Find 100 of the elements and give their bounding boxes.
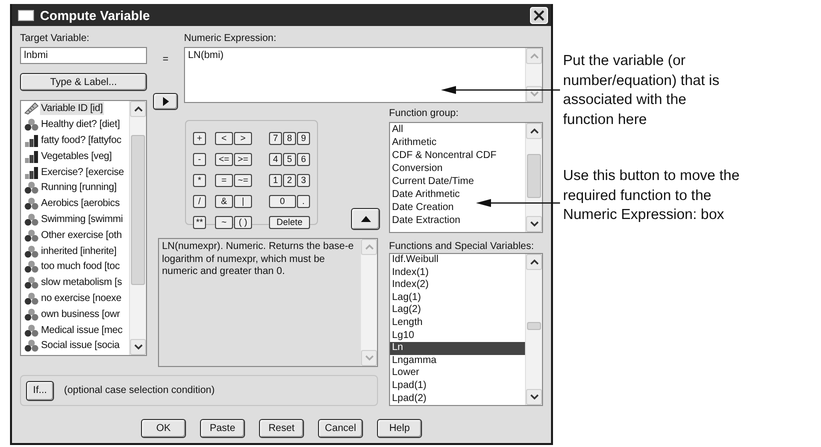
dialog-button[interactable]: OK xyxy=(141,419,186,438)
variable-item[interactable]: Vegetables [veg] xyxy=(21,148,129,164)
function-item[interactable]: Lag(2) xyxy=(390,304,525,317)
three-balls-icon xyxy=(24,228,39,242)
variable-item[interactable]: no exercise [noexe xyxy=(21,290,129,306)
keypad-key[interactable]: 7 xyxy=(269,132,282,145)
keypad-key[interactable]: >= xyxy=(234,153,252,166)
function-item[interactable]: Idf.Weibull xyxy=(390,254,525,267)
function-item[interactable]: Length xyxy=(390,316,525,330)
function-item[interactable]: Lg10 xyxy=(390,330,525,342)
variable-item[interactable]: Aerobics [aerobics xyxy=(21,196,129,212)
dialog-button[interactable]: Help xyxy=(377,419,422,438)
scrollbar[interactable] xyxy=(129,101,146,355)
chevron-up-icon xyxy=(134,106,142,112)
keypad-key[interactable]: 0 xyxy=(269,195,296,208)
dialog-button[interactable]: Cancel xyxy=(318,419,363,438)
function-group-item[interactable]: Arithmetic xyxy=(390,136,525,149)
function-item[interactable]: Lngamma xyxy=(390,354,525,368)
keypad-key[interactable]: | xyxy=(234,195,252,208)
triangle-up-icon xyxy=(360,216,370,222)
function-description: LN(numexpr). Numeric. Returns the base-e logarithm of numexpr, which must be numeric and greater than 0. xyxy=(161,240,355,279)
move-up-button[interactable] xyxy=(351,208,380,230)
keypad-key[interactable]: <= xyxy=(215,153,233,166)
type-label-button[interactable]: Type & Label... xyxy=(20,73,147,91)
function-item[interactable]: Index(2) xyxy=(390,279,525,292)
dialog-button[interactable]: Paste xyxy=(200,419,245,438)
keypad-key[interactable]: ~ xyxy=(215,216,233,229)
function-group-item[interactable]: Current Date/Time xyxy=(390,175,525,188)
keypad-key[interactable]: ( ) xyxy=(234,216,252,229)
dialog-button[interactable]: Reset xyxy=(259,419,304,438)
keypad-key[interactable]: 6 xyxy=(297,153,310,166)
triangle-right-icon xyxy=(162,97,168,106)
keypad-key[interactable]: * xyxy=(193,174,206,187)
expression-text: LN(bmi) xyxy=(187,49,225,63)
keypad-key[interactable]: > xyxy=(234,132,252,145)
function-item[interactable]: Lower xyxy=(390,367,525,380)
function-item[interactable]: Lag(1) xyxy=(390,292,525,304)
scrollbar[interactable] xyxy=(525,48,542,102)
variable-item[interactable]: Running [running] xyxy=(21,180,129,196)
move-right-button[interactable] xyxy=(153,93,178,110)
function-group-item[interactable]: CDF & Noncentral CDF xyxy=(390,149,525,162)
variable-item[interactable]: fatty food? [fattyfoc xyxy=(21,132,129,148)
variable-item[interactable]: Healthy diet? [diet] xyxy=(21,116,129,133)
functions-list[interactable]: Idf.Weibull Index(1) Index(2) Lag(1) Lag(2) Length Lg10 Ln Lngamma Lower Lpad(1) Lpad(2) xyxy=(389,253,543,406)
keypad-key[interactable]: = xyxy=(215,174,233,187)
function-item[interactable]: Ln xyxy=(390,342,525,355)
numeric-expression-label: Numeric Expression: xyxy=(184,33,278,46)
annotation-text: Put the variable (or number/equation) that is associated with the function here xyxy=(563,52,720,130)
if-button[interactable]: If... xyxy=(26,380,54,400)
scrollbar[interactable] xyxy=(360,239,377,366)
variable-item[interactable]: too much food [toc xyxy=(21,258,129,275)
close-button[interactable] xyxy=(530,6,548,24)
function-item[interactable]: Lpad(1) xyxy=(390,380,525,393)
keypad-key[interactable]: ~= xyxy=(234,174,252,187)
keypad-key[interactable]: 4 xyxy=(269,153,282,166)
variable-item[interactable]: Other exercise [oth xyxy=(21,227,129,244)
keypad-key[interactable]: 2 xyxy=(283,174,296,187)
keypad-key[interactable]: - xyxy=(193,153,206,166)
variable-item[interactable]: Exercise? [exercise xyxy=(21,164,129,180)
keypad-key[interactable]: 1 xyxy=(269,174,282,187)
variable-item[interactable]: slow metabolism [s xyxy=(21,274,129,291)
function-group-item[interactable]: Date Arithmetic xyxy=(390,188,525,201)
keypad-key[interactable]: . xyxy=(296,195,310,208)
three-balls-icon xyxy=(24,308,39,321)
chevron-up-icon xyxy=(530,128,538,134)
keypad-key[interactable]: 5 xyxy=(283,153,296,166)
numeric-expression-field[interactable]: LN(bmi) xyxy=(184,47,543,103)
variable-list[interactable] xyxy=(20,100,147,356)
keypad-key[interactable]: < xyxy=(215,132,233,145)
scrollbar[interactable] xyxy=(525,123,542,232)
chevron-up-icon xyxy=(364,244,374,250)
variable-item[interactable]: Social issue [socia xyxy=(21,338,129,354)
variable-item[interactable]: inherited [inherite] xyxy=(21,243,129,259)
function-group-item[interactable]: Conversion xyxy=(390,162,525,175)
keypad-key[interactable]: / xyxy=(193,195,206,208)
variable-item[interactable]: own business [owr xyxy=(21,306,129,322)
function-group-item[interactable]: Date Extraction xyxy=(390,214,525,227)
annotation-text: Use this button to move the required function to the Numeric Expression: box xyxy=(563,167,740,225)
function-item[interactable]: Index(1) xyxy=(390,266,525,280)
variable-item[interactable]: Medical issue [mec xyxy=(21,322,129,338)
keypad-key[interactable]: Delete xyxy=(269,216,310,229)
window-title: Compute Variable xyxy=(40,8,151,22)
scrollbar[interactable] xyxy=(525,254,542,405)
three-balls-icon xyxy=(24,339,39,352)
keypad-key[interactable]: 9 xyxy=(297,132,310,145)
keypad-key[interactable]: 8 xyxy=(283,132,296,145)
function-group-item[interactable]: Date Creation xyxy=(390,201,525,214)
variable-item[interactable]: Swimming [swimmi xyxy=(21,212,129,228)
keypad-key[interactable]: 3 xyxy=(297,174,310,187)
function-item[interactable]: Lpad(2) xyxy=(390,392,525,405)
function-group-list[interactable]: All Arithmetic CDF & Noncentral CDF Conversion Current Date/Time Date Arithmetic Date Creation Date Extraction xyxy=(389,122,543,233)
function-group-item[interactable]: All xyxy=(390,123,525,136)
scroll-thumb[interactable] xyxy=(527,154,541,198)
scroll-thumb[interactable] xyxy=(131,135,145,285)
target-variable-field[interactable]: lnbmi xyxy=(20,47,147,64)
ruler-icon xyxy=(24,102,39,116)
scroll-thumb[interactable] xyxy=(527,322,541,330)
keypad-key[interactable]: & xyxy=(215,195,233,208)
keypad-key[interactable]: + xyxy=(193,132,206,145)
keypad-key[interactable]: ** xyxy=(193,216,206,229)
